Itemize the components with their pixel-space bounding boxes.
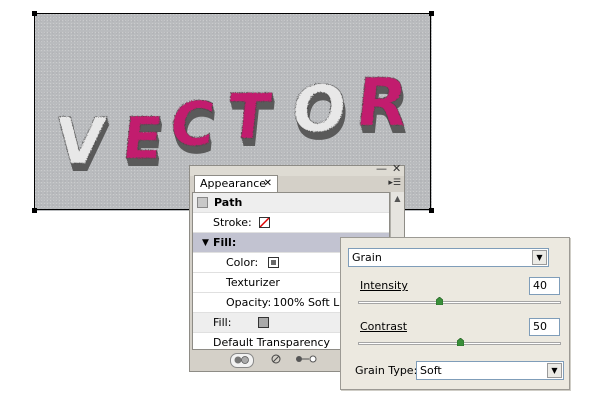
- fill-label: Fill:: [213, 316, 232, 329]
- color-swatch[interactable]: [268, 257, 279, 268]
- tab-appearance[interactable]: Appearance ✕: [194, 175, 278, 192]
- stroke-none-swatch-icon[interactable]: [259, 217, 270, 228]
- default-transparency-label: Default Transparency: [213, 336, 331, 349]
- intensity-input[interactable]: 40: [529, 277, 560, 295]
- opacity-label: Opacity:: [226, 296, 272, 309]
- grain-type-label: Grain Type:: [355, 364, 418, 377]
- disclosure-triangle-icon[interactable]: ▼: [202, 233, 209, 253]
- reduce-to-basic-icon[interactable]: [294, 353, 320, 366]
- contrast-input[interactable]: 50: [529, 318, 560, 336]
- tab-label: Appearance: [200, 177, 267, 190]
- svg-text:O: O: [288, 72, 350, 147]
- close-button[interactable]: ✕: [392, 163, 401, 175]
- artwork-letter-v: VVVVVV: [51, 104, 111, 187]
- grain-effect-dialog: Grain ▼ Intensity 40 Contrast 50 Grain T…: [340, 237, 570, 390]
- artwork-letter-r: RRRRRR: [352, 64, 413, 149]
- intensity-label-text: Intensity: [360, 279, 408, 292]
- artwork-letter-c: CCCCCC: [166, 90, 220, 168]
- clear-appearance-icon[interactable]: [269, 353, 283, 366]
- fill-group-label: Fill:: [213, 236, 237, 249]
- intensity-slider-thumb[interactable]: [436, 297, 444, 305]
- new-art-basic-icon[interactable]: [230, 353, 254, 368]
- texturizer-label: Texturizer: [226, 276, 280, 289]
- color-label: Color:: [226, 256, 259, 269]
- path-row[interactable]: Path: [193, 193, 389, 213]
- selection-handle-top-left[interactable]: [32, 11, 37, 16]
- grain-type-select[interactable]: Soft ▼: [416, 361, 564, 380]
- intensity-label: Intensity: [360, 279, 408, 292]
- fill-swatch[interactable]: [258, 317, 269, 328]
- svg-text:E: E: [119, 104, 166, 172]
- path-thumbnail-icon: [197, 197, 208, 208]
- scroll-up-arrow-icon[interactable]: ▲: [391, 192, 404, 206]
- stroke-label: Stroke:: [213, 216, 252, 229]
- tab-close-icon[interactable]: ✕: [264, 176, 272, 192]
- svg-text:T: T: [224, 80, 275, 153]
- minimize-button[interactable]: —: [376, 163, 387, 175]
- chevron-down-icon[interactable]: ▼: [532, 250, 547, 265]
- svg-text:R: R: [353, 64, 412, 141]
- panel-menu-icon[interactable]: ▸☰: [388, 178, 401, 188]
- selection-handle-top-right[interactable]: [429, 11, 434, 16]
- contrast-label-text: Contrast: [360, 320, 408, 333]
- artwork-letter-t: TTTTTT: [224, 80, 277, 161]
- chevron-down-icon[interactable]: ▼: [547, 363, 562, 378]
- artwork-letter-e: EEEEEE: [119, 104, 168, 180]
- path-label: Path: [214, 196, 243, 209]
- selection-handle-bottom-right[interactable]: [429, 208, 434, 213]
- contrast-label: Contrast: [360, 320, 407, 333]
- stroke-row[interactable]: Stroke:: [193, 213, 389, 233]
- contrast-slider-thumb[interactable]: [456, 338, 464, 346]
- grain-type-value: Soft: [420, 364, 442, 377]
- texture-type-select[interactable]: Grain ▼: [348, 248, 549, 267]
- svg-text:C: C: [167, 90, 218, 160]
- selection-handle-bottom-left[interactable]: [32, 208, 37, 213]
- texture-type-value: Grain: [352, 251, 382, 264]
- intensity-slider-track[interactable]: [358, 301, 561, 304]
- svg-text:V: V: [52, 104, 110, 179]
- artwork-letter-o: OOOOOO: [288, 72, 353, 155]
